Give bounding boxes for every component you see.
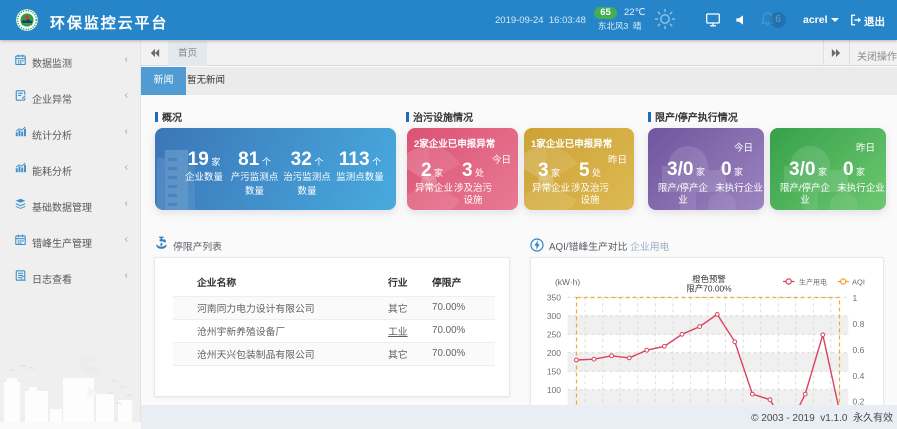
svg-text:橙色预警: 橙色预警 — [692, 274, 726, 284]
svg-text:0.4: 0.4 — [853, 371, 865, 381]
svg-text:250: 250 — [547, 329, 561, 339]
svg-text:300: 300 — [547, 311, 561, 321]
svg-text:150: 150 — [547, 366, 561, 376]
svg-text:AQI: AQI — [852, 278, 865, 287]
svg-text:1: 1 — [853, 293, 858, 303]
svg-text:100: 100 — [547, 385, 561, 395]
svg-text:200: 200 — [547, 348, 561, 358]
svg-text:(kW·h): (kW·h) — [555, 277, 580, 287]
svg-text:350: 350 — [547, 292, 561, 302]
svg-text:限产70.00%: 限产70.00% — [686, 284, 732, 294]
svg-text:生产用电: 生产用电 — [799, 278, 827, 287]
svg-text:0.6: 0.6 — [853, 345, 865, 355]
svg-text:0.8: 0.8 — [853, 319, 865, 329]
